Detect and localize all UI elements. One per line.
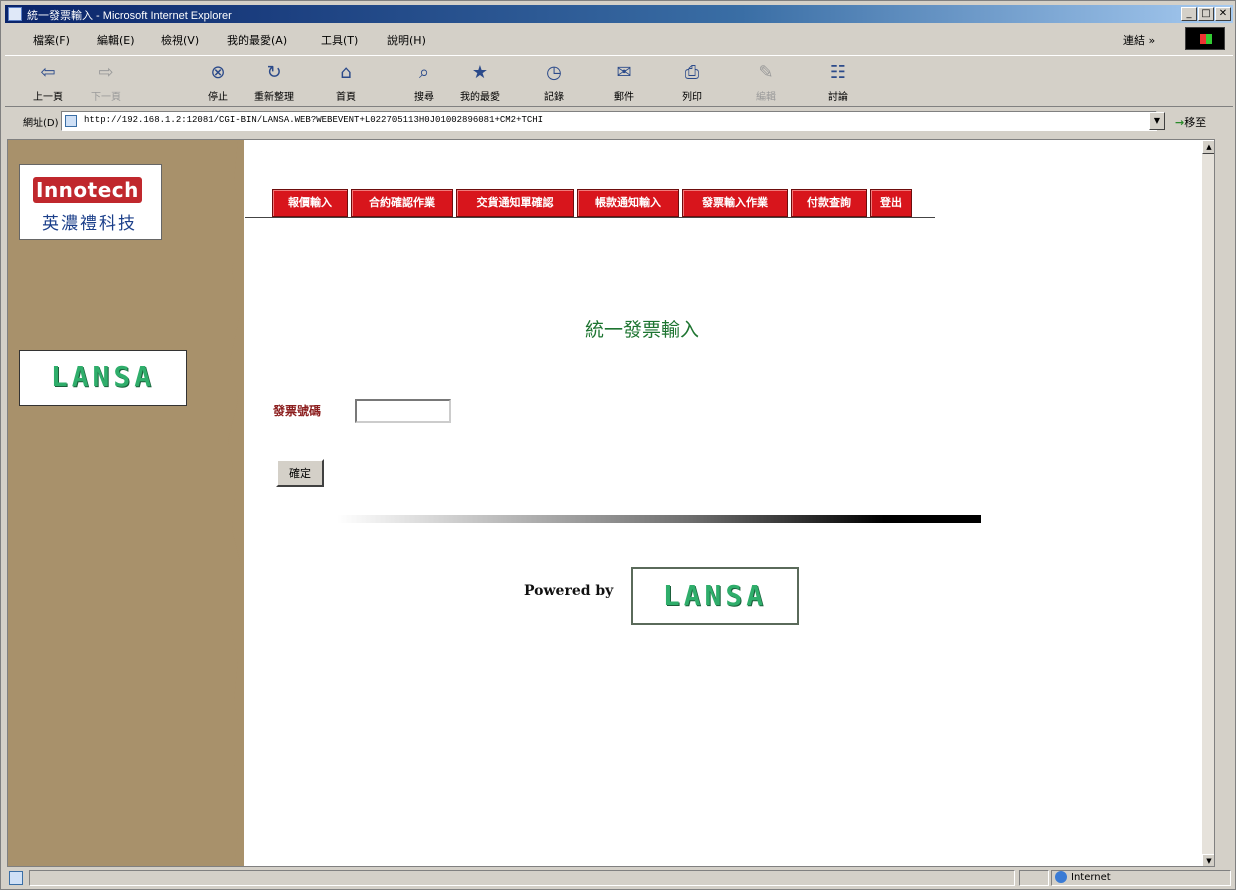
go-button[interactable]: →移至 <box>1175 114 1206 130</box>
tab-payment-notice[interactable]: 帳款通知輸入 <box>577 189 679 217</box>
toolbar-button-label: 重新整理 <box>254 92 294 103</box>
links-toolbar[interactable]: 連結 » <box>1123 32 1155 48</box>
scroll-up-icon[interactable]: ▲ <box>1202 140 1214 154</box>
gradient-divider <box>337 515 981 523</box>
toolbar-button-label: 停止 <box>208 92 228 103</box>
back-arrow-icon: ⇦ <box>40 62 56 83</box>
toolbar-button-search[interactable]: ⌕ 搜尋 <box>401 60 447 104</box>
toolbar-button-history[interactable]: ◷ 記錄 <box>531 60 577 104</box>
toolbar-button-refresh[interactable]: ↻ 重新整理 <box>251 60 297 104</box>
powered-by-text: Powered by <box>524 583 614 599</box>
toolbar-button-forward-arrow[interactable]: ⇨ 下一頁 <box>83 60 129 104</box>
lansa-footer-text: LANSA <box>662 579 768 612</box>
toolbar-button-label: 搜尋 <box>414 92 434 103</box>
address-url[interactable]: http://192.168.1.2:12081/CGI-BIN/LANSA.W… <box>84 115 543 125</box>
toolbar-button-back-arrow[interactable]: ⇦ 上一頁 <box>25 60 71 104</box>
toolbar-button-label: 郵件 <box>614 92 634 103</box>
favorites-icon: ★ <box>471 62 489 83</box>
globe-icon <box>1055 871 1067 883</box>
address-input[interactable]: http://192.168.1.2:12081/CGI-BIN/LANSA.W… <box>61 111 1157 131</box>
menu-view[interactable]: 檢視(V) <box>161 32 199 48</box>
status-bar: Internet <box>5 869 1233 887</box>
invoice-number-label: 發票號碼 <box>273 404 322 418</box>
close-button[interactable]: ✕ <box>1215 7 1231 21</box>
toolbar-button-discuss[interactable]: ☷ 討論 <box>815 60 861 104</box>
toolbar-button-label: 編輯 <box>756 92 776 103</box>
menu-edit[interactable]: 編輯(E) <box>97 32 135 48</box>
address-label: 網址(D) <box>23 118 59 129</box>
lansa-footer-logo[interactable]: LANSA <box>631 567 799 625</box>
maximize-button[interactable]: □ <box>1198 7 1214 21</box>
tab-contract-confirm[interactable]: 合約確認作業 <box>351 189 453 217</box>
refresh-icon: ↻ <box>266 62 282 83</box>
toolbar-button-home[interactable]: ⌂ 首頁 <box>323 60 369 104</box>
toolbar-button-label: 下一頁 <box>91 92 121 103</box>
sidebar: Innotech 英濃禮科技 LANSA <box>8 140 244 866</box>
discuss-icon: ☷ <box>829 62 847 83</box>
tab-invoice-entry[interactable]: 發票輸入作業 <box>682 189 788 217</box>
ie-page-icon <box>8 7 22 21</box>
page-icon <box>65 115 77 127</box>
address-dropdown-icon[interactable]: ▼ <box>1149 112 1165 130</box>
page-viewport: Innotech 英濃禮科技 LANSA 報價輸入 合約確認作業 交貨通知單確認… <box>7 139 1215 867</box>
zone-indicator: Internet <box>1055 871 1111 883</box>
toolbar-button-print[interactable]: ⎙ 列印 <box>669 60 715 104</box>
history-icon: ◷ <box>546 62 562 83</box>
main-content: 報價輸入 合約確認作業 交貨通知單確認 帳款通知輸入 發票輸入作業 付款查詢 登… <box>245 140 1214 866</box>
toolbar-button-label: 首頁 <box>336 92 356 103</box>
toolbar-button-edit[interactable]: ✎ 編輯 <box>743 60 789 104</box>
home-icon: ⌂ <box>340 62 352 83</box>
toolbar-button-stop[interactable]: ⊗ 停止 <box>195 60 241 104</box>
browser-window: 統一發票輸入 - Microsoft Internet Explorer _ □… <box>0 0 1236 890</box>
toolbar-button-label: 上一頁 <box>33 92 63 103</box>
minimize-button[interactable]: _ <box>1181 7 1197 21</box>
forward-arrow-icon: ⇨ <box>98 62 114 83</box>
scroll-down-icon[interactable]: ▼ <box>1202 854 1214 866</box>
toolbar-button-label: 記錄 <box>544 92 564 103</box>
window-title: 統一發票輸入 - Microsoft Internet Explorer <box>27 10 232 22</box>
innotech-logo[interactable]: Innotech 英濃禮科技 <box>19 164 162 240</box>
nav-underline <box>245 217 935 218</box>
menu-file[interactable]: 檔案(F) <box>33 32 70 48</box>
toolbar-button-label: 列印 <box>682 92 702 103</box>
address-bar: 網址(D) http://192.168.1.2:12081/CGI-BIN/L… <box>5 109 1233 133</box>
print-icon: ⎙ <box>684 62 700 83</box>
zone-label: Internet <box>1071 872 1111 883</box>
menu-favorites[interactable]: 我的最愛(A) <box>227 32 287 48</box>
lansa-sidebar-text: LANSA <box>50 360 156 393</box>
invoice-number-input[interactable] <box>355 399 451 423</box>
innotech-logo-chinese: 英濃禮科技 <box>42 214 137 234</box>
menu-bar: 檔案(F) 編輯(E) 檢視(V) 我的最愛(A) 工具(T) 說明(H) 連結… <box>5 26 1233 52</box>
innotech-logo-text: Innotech <box>33 177 142 203</box>
edit-icon: ✎ <box>758 62 774 83</box>
toolbar-button-label: 討論 <box>828 92 848 103</box>
standard-toolbar: ⇦ 上一頁 ⇨ 下一頁 ⊗ 停止 ↻ 重新整理 ⌂ 首頁 ⌕ 搜尋 ★ 我的最愛 ◷ 記錄 ✉ 郵件 ⎙ 列印 ✎ 編輯 ☷… <box>5 55 1233 107</box>
toolbar-button-mail[interactable]: ✉ 郵件 <box>601 60 647 104</box>
tab-delivery-confirm[interactable]: 交貨通知單確認 <box>456 189 574 217</box>
go-arrow-icon: → <box>1175 116 1185 129</box>
lansa-sidebar-logo[interactable]: LANSA <box>19 350 187 406</box>
status-page-icon <box>9 871 23 885</box>
windows-logo-icon <box>1185 27 1225 50</box>
confirm-button[interactable]: 確定 <box>276 459 324 487</box>
tab-payment-query[interactable]: 付款查詢 <box>791 189 867 217</box>
page-title: 統一發票輸入 <box>585 319 700 341</box>
menu-tools[interactable]: 工具(T) <box>321 32 358 48</box>
status-text-panel <box>29 870 1015 886</box>
toolbar-button-label: 我的最愛 <box>460 92 500 103</box>
torn-paper-edge <box>216 140 242 866</box>
vertical-scrollbar[interactable]: ▲ ▼ <box>1202 140 1214 866</box>
menu-help[interactable]: 說明(H) <box>387 32 426 48</box>
title-bar: 統一發票輸入 - Microsoft Internet Explorer _ □… <box>5 5 1233 23</box>
tab-quote-entry[interactable]: 報價輸入 <box>272 189 348 217</box>
tab-logout[interactable]: 登出 <box>870 189 912 217</box>
mail-icon: ✉ <box>616 62 632 83</box>
toolbar-button-favorites[interactable]: ★ 我的最愛 <box>457 60 503 104</box>
search-icon: ⌕ <box>418 62 430 83</box>
stop-icon: ⊗ <box>210 62 226 83</box>
status-panel-a <box>1019 870 1049 886</box>
go-label: 移至 <box>1184 116 1207 129</box>
